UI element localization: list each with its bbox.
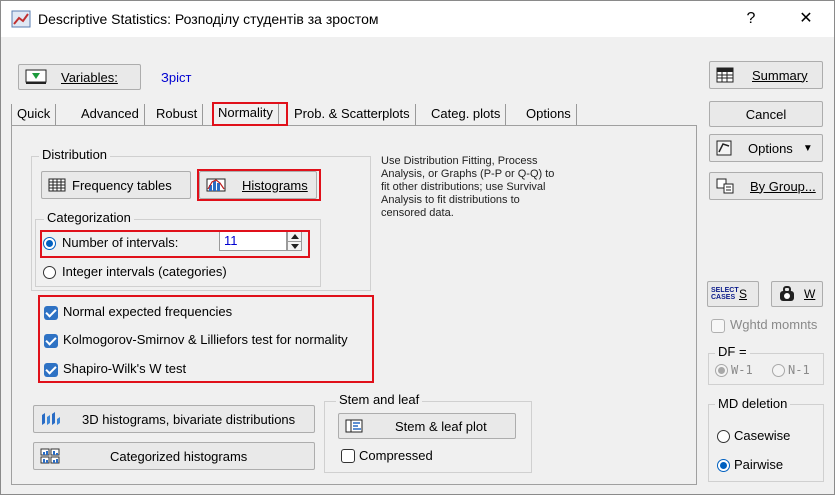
- tab-quick[interactable]: Quick: [11, 104, 57, 125]
- histograms-button[interactable]: Histograms: [199, 171, 317, 199]
- frequency-tables-button[interactable]: Frequency tables: [41, 171, 191, 199]
- stem-leaf-plot-button[interactable]: Stem & leaf plot: [338, 413, 516, 439]
- casewise-radio[interactable]: [717, 430, 730, 443]
- title-bar: Descriptive Statistics: Розподілу студен…: [1, 1, 834, 37]
- df-w1-label: W-1: [731, 363, 753, 377]
- hist3d-button[interactable]: 3D histograms, bivariate distributions: [33, 405, 315, 433]
- hist3d-icon: [42, 412, 60, 425]
- df-n1-radio[interactable]: [772, 364, 785, 377]
- compressed-label: Compressed: [359, 448, 433, 463]
- options-label: Options: [748, 140, 793, 156]
- pairwise-label: Pairwise: [734, 457, 784, 472]
- histogram-icon: [206, 178, 226, 192]
- summary-icon: [716, 67, 734, 83]
- spin-up-icon[interactable]: [291, 234, 299, 239]
- weight-button[interactable]: W: [771, 281, 823, 307]
- categorized-histograms-button[interactable]: Categorized histograms: [33, 442, 315, 470]
- distribution-fitting-note: Use Distribution Fitting, Process Analys…: [381, 155, 555, 219]
- select-cases-icon: SELECT CASES: [711, 287, 739, 301]
- chevron-down-icon: ▼: [802, 142, 813, 154]
- cancel-button[interactable]: Cancel: [709, 101, 823, 127]
- md-deletion-label: MD deletion: [715, 396, 791, 411]
- select-cases-button[interactable]: SELECT CASES S: [707, 281, 759, 307]
- integer-intervals-radio[interactable]: [43, 266, 56, 279]
- tab-robust[interactable]: Robust: [151, 104, 204, 125]
- categorized-histograms-icon: [40, 448, 60, 464]
- normal-expected-checkbox[interactable]: [44, 306, 58, 320]
- by-group-button[interactable]: By Group...: [709, 172, 823, 200]
- normal-expected-label: Normal expected frequencies: [63, 304, 233, 319]
- intervals-spinner[interactable]: [287, 231, 302, 251]
- df-n1-label: N-1: [788, 363, 810, 377]
- integer-intervals-label: Integer intervals (categories): [62, 264, 227, 279]
- frequency-tables-label: Frequency tables: [72, 177, 172, 193]
- categorization-group-label: Categorization: [44, 210, 134, 225]
- options-button[interactable]: Options ▼: [709, 134, 823, 162]
- by-group-label: By Group...: [750, 178, 816, 194]
- shapiro-wilk-label: Shapiro-Wilk's W test: [63, 361, 187, 376]
- number-of-intervals-value: 11: [224, 233, 238, 248]
- stem-leaf-group-label: Stem and leaf: [336, 392, 423, 407]
- table-icon: [48, 178, 66, 192]
- weight-icon: [780, 286, 794, 301]
- hist3d-label: 3D histograms, bivariate distributions: [82, 411, 296, 427]
- tab-normality[interactable]: Normality: [212, 102, 279, 126]
- tab-categ-plots[interactable]: Categ. plots: [426, 104, 507, 125]
- weight-label: W: [804, 287, 816, 301]
- spin-down-icon[interactable]: [291, 244, 299, 249]
- number-of-intervals-label: Number of intervals:: [62, 235, 179, 250]
- dialog-window: Descriptive Statistics: Розподілу студен…: [0, 0, 835, 495]
- summary-button[interactable]: Summary: [709, 61, 823, 89]
- number-of-intervals-radio[interactable]: [43, 237, 56, 250]
- summary-label: Summary: [752, 67, 808, 83]
- variables-icon: [25, 69, 47, 84]
- stem-leaf-icon: [345, 419, 363, 433]
- ks-lilliefors-checkbox[interactable]: [44, 334, 58, 348]
- variables-value: Зріст: [161, 70, 192, 85]
- wghtd-momnts-label: Wghtd momnts: [730, 317, 818, 332]
- pairwise-radio[interactable]: [717, 459, 730, 472]
- app-icon: [11, 10, 31, 28]
- select-cases-label: S: [739, 287, 748, 301]
- tab-prob-scatterplots[interactable]: Prob. & Scatterplots: [289, 104, 416, 125]
- df-w1-radio[interactable]: [715, 364, 728, 377]
- close-button[interactable]: ✕: [791, 5, 821, 33]
- tab-options[interactable]: Options: [521, 104, 577, 125]
- stem-leaf-plot-label: Stem & leaf plot: [395, 418, 487, 434]
- df-label: DF =: [715, 344, 750, 359]
- histograms-label: Histograms: [242, 177, 308, 193]
- wghtd-momnts-checkbox[interactable]: [711, 319, 725, 333]
- variables-label: Variables:: [61, 69, 118, 85]
- compressed-checkbox[interactable]: [341, 449, 355, 463]
- number-of-intervals-input[interactable]: 11: [219, 231, 287, 251]
- ks-lilliefors-label: Kolmogorov-Smirnov & Lilliefors test for…: [63, 332, 348, 347]
- variables-button[interactable]: Variables:: [18, 64, 141, 90]
- categorized-histograms-label: Categorized histograms: [110, 448, 248, 464]
- cancel-label: Cancel: [745, 106, 787, 122]
- shapiro-wilk-checkbox[interactable]: [44, 363, 58, 377]
- tab-advanced[interactable]: Advanced: [76, 104, 145, 125]
- distribution-group-label: Distribution: [39, 147, 111, 162]
- by-group-icon: [716, 178, 734, 194]
- help-button[interactable]: ?: [736, 5, 766, 33]
- options-icon: [716, 140, 732, 156]
- casewise-label: Casewise: [734, 428, 791, 443]
- window-title: Descriptive Statistics: Розподілу студен…: [38, 11, 379, 27]
